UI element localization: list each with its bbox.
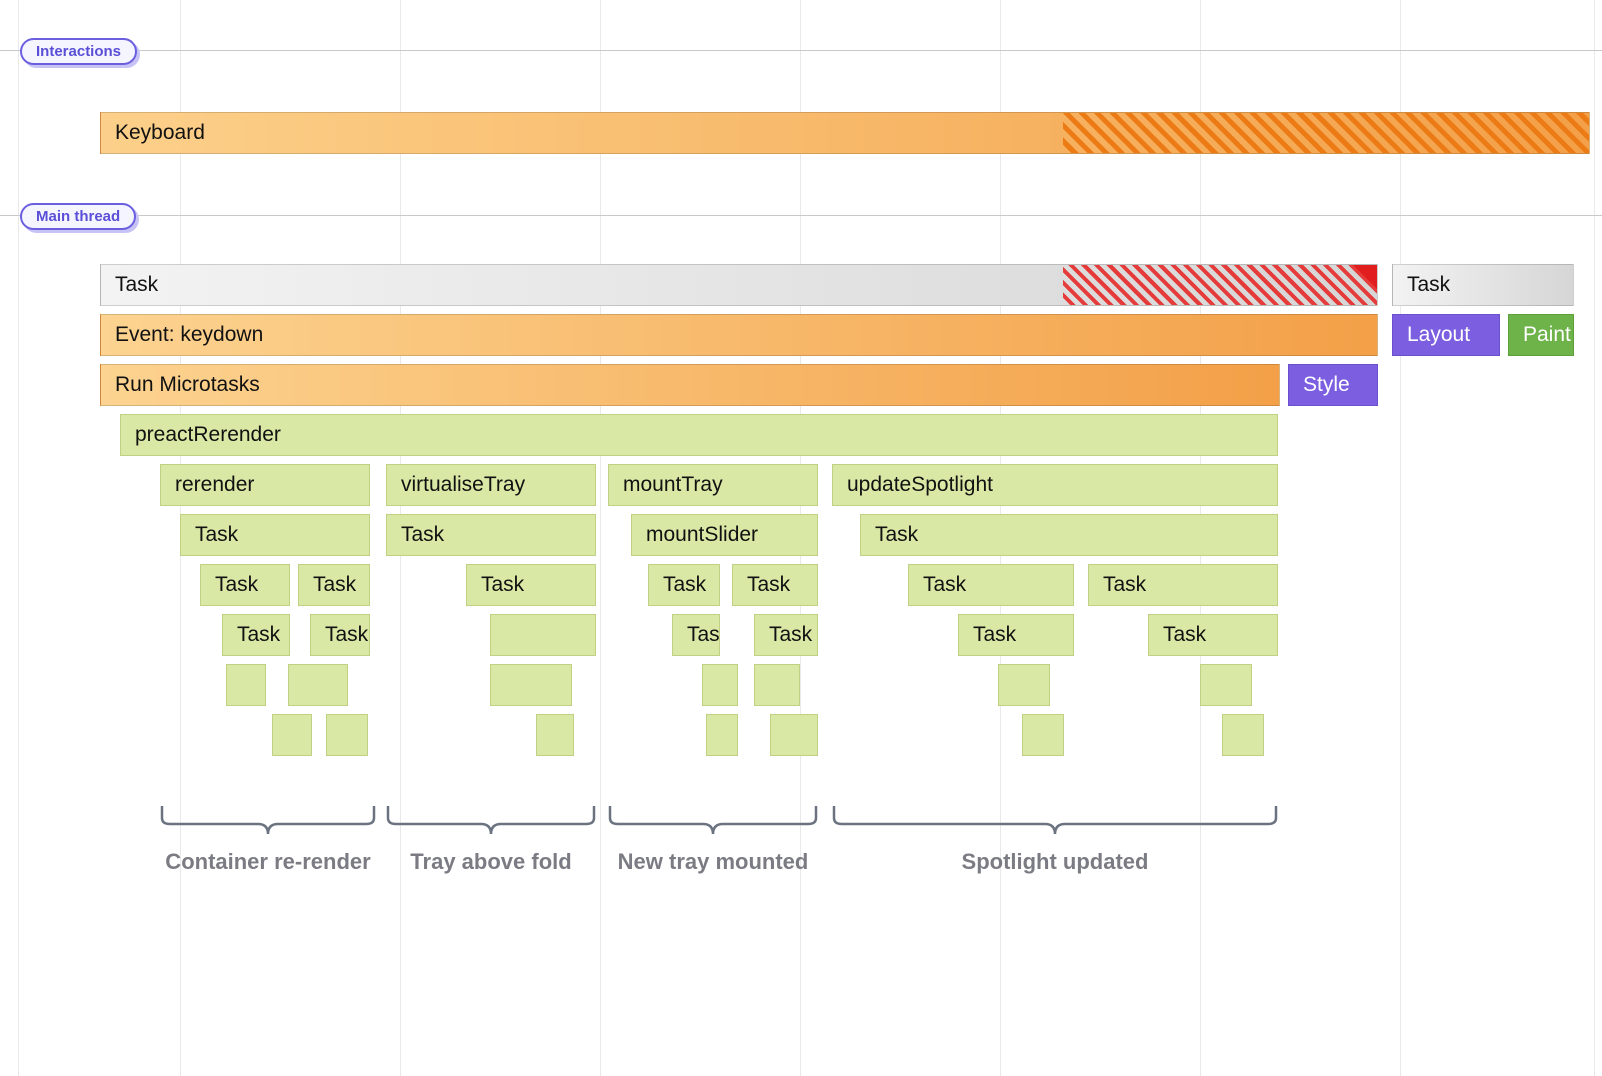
flame-bar-label: mountTray (623, 473, 723, 497)
flame-bar-label: Task (215, 573, 258, 597)
annotation-label: Container re-render (165, 849, 370, 875)
flame-bar[interactable] (490, 614, 596, 656)
flame-bar[interactable]: Task (180, 514, 370, 556)
flame-bar-label: Layout (1407, 323, 1470, 347)
flame-bar[interactable]: Style (1288, 364, 1378, 406)
flame-bar[interactable]: Task (672, 614, 720, 656)
flame-bar-label: rerender (175, 473, 254, 497)
interactions-ruler (0, 50, 1602, 51)
interaction-bar[interactable]: Keyboard (100, 112, 1590, 154)
flame-bar[interactable]: Task (754, 614, 818, 656)
interaction-bar-label: Keyboard (115, 121, 205, 145)
annotation-label: Spotlight updated (962, 849, 1149, 875)
flame-bar-label: preactRerender (135, 423, 281, 447)
flame-bar[interactable]: Task (100, 264, 1378, 306)
flame-bar[interactable]: preactRerender (120, 414, 1278, 456)
flame-bar[interactable]: Task (958, 614, 1074, 656)
flame-bar[interactable] (998, 664, 1050, 706)
flame-bar-label: Paint (1523, 323, 1571, 347)
flame-bar-label: Event: keydown (115, 323, 263, 347)
flame-bar[interactable]: Task (298, 564, 370, 606)
annotation-label: Tray above fold (410, 849, 571, 875)
flame-bar[interactable]: Task (732, 564, 818, 606)
flame-bar[interactable]: Task (200, 564, 290, 606)
annotation-bracket (386, 804, 596, 840)
flame-bar[interactable] (754, 664, 800, 706)
flame-bar-label: Task (195, 523, 238, 547)
gridline (1594, 0, 1595, 1076)
long-task-warning-icon (1353, 265, 1377, 289)
flame-bar[interactable]: Event: keydown (100, 314, 1378, 356)
flame-bar[interactable] (490, 664, 572, 706)
annotation-bracket (608, 804, 818, 840)
gridline (1400, 0, 1401, 1076)
flame-bar-label: virtualiseTray (401, 473, 525, 497)
flame-bar[interactable] (536, 714, 574, 756)
flame-bar[interactable]: Task (860, 514, 1278, 556)
flame-bar-label: Task (325, 623, 368, 647)
flame-bar-label: updateSpotlight (847, 473, 993, 497)
flame-bar-label: Task (115, 273, 158, 297)
flame-bar-label: Task (663, 573, 706, 597)
annotation-bracket (832, 804, 1278, 840)
flame-bar[interactable] (706, 714, 738, 756)
flame-bar[interactable]: Run Microtasks (100, 364, 1280, 406)
flame-bar[interactable] (702, 664, 738, 706)
flame-bar[interactable]: rerender (160, 464, 370, 506)
flame-bar-label: Style (1303, 373, 1350, 397)
flame-bar[interactable]: updateSpotlight (832, 464, 1278, 506)
flame-bar[interactable]: Layout (1392, 314, 1500, 356)
flame-bar[interactable] (326, 714, 368, 756)
flame-bar[interactable]: mountTray (608, 464, 818, 506)
flame-bar[interactable]: Task (222, 614, 290, 656)
flame-bar[interactable] (1222, 714, 1264, 756)
flame-bar-label: Task (1163, 623, 1206, 647)
flame-bar[interactable] (288, 664, 348, 706)
flame-bar-label: Task (1407, 273, 1450, 297)
flame-bar-label: Task (313, 573, 356, 597)
main-thread-section-pill: Main thread (20, 203, 136, 230)
flame-bar-label: Run Microtasks (115, 373, 260, 397)
flame-bar-label: Task (747, 573, 790, 597)
flame-bar[interactable]: Task (466, 564, 596, 606)
gridline (600, 0, 601, 1076)
flame-bar[interactable]: Task (386, 514, 596, 556)
flame-bar[interactable]: Task (648, 564, 720, 606)
annotation-bracket (160, 804, 376, 840)
gridline (18, 0, 19, 1076)
flame-bar-label: Task (769, 623, 812, 647)
flame-bar-label: Task (687, 623, 720, 647)
flame-bar-label: Task (875, 523, 918, 547)
flame-bar[interactable] (770, 714, 818, 756)
main-thread-ruler (0, 215, 1602, 216)
flame-bar[interactable]: Task (908, 564, 1074, 606)
flame-bar-label: Task (401, 523, 444, 547)
flame-bar-label: mountSlider (646, 523, 758, 547)
interactions-section-pill: Interactions (20, 38, 137, 65)
flame-bar[interactable] (272, 714, 312, 756)
task-overrun-hatch (1063, 265, 1377, 305)
flame-bar[interactable]: Task (1392, 264, 1574, 306)
annotation-label: New tray mounted (618, 849, 809, 875)
flame-bar-label: Task (237, 623, 280, 647)
flame-bar[interactable]: Task (310, 614, 370, 656)
interaction-hatch (1063, 113, 1589, 153)
flame-bar-label: Task (481, 573, 524, 597)
main-thread-section-label: Main thread (36, 208, 120, 225)
flame-bar[interactable]: Paint (1508, 314, 1574, 356)
flame-bar[interactable] (226, 664, 266, 706)
flame-bar[interactable]: Task (1148, 614, 1278, 656)
flame-bar[interactable]: virtualiseTray (386, 464, 596, 506)
flame-bar[interactable]: Task (1088, 564, 1278, 606)
flame-bar-label: Task (923, 573, 966, 597)
interactions-section-label: Interactions (36, 43, 121, 60)
flame-bar-label: Task (1103, 573, 1146, 597)
flame-bar[interactable] (1022, 714, 1064, 756)
flame-bar-label: Task (973, 623, 1016, 647)
flame-bar[interactable]: mountSlider (631, 514, 818, 556)
flame-bar[interactable] (1200, 664, 1252, 706)
